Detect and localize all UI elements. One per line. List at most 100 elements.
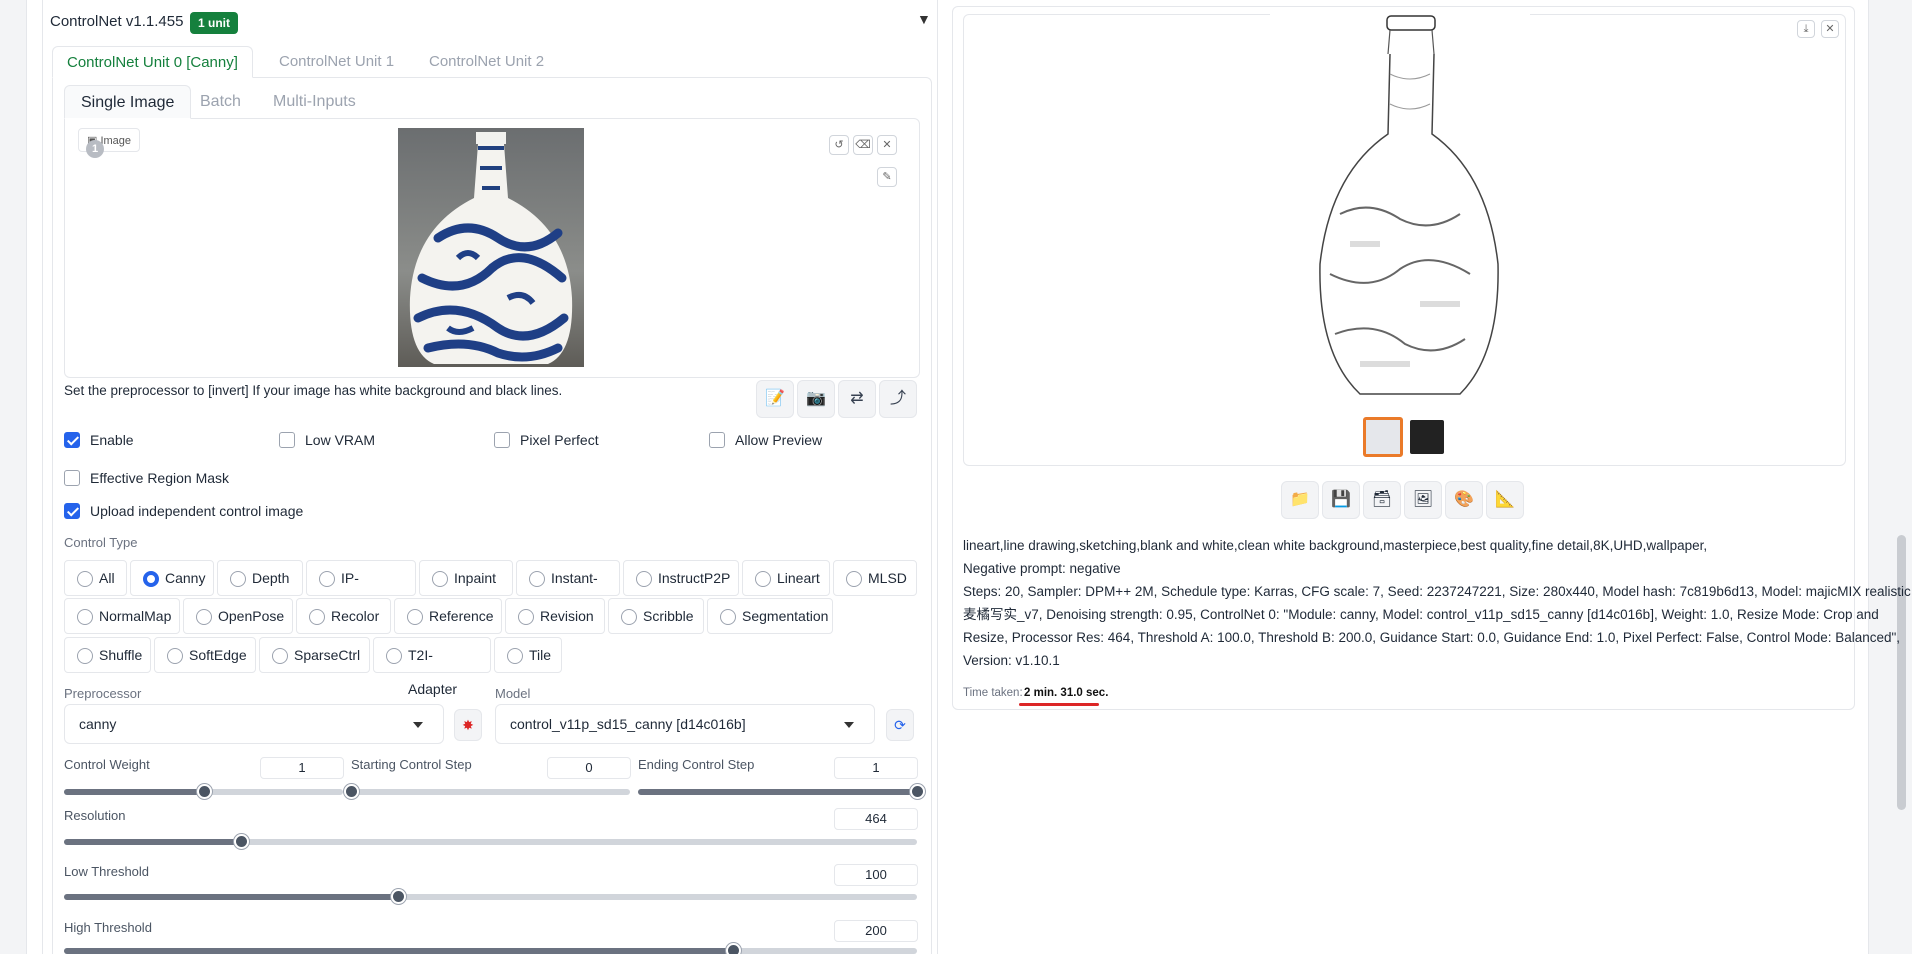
radio-instructp2p[interactable]: InstructP2P [623,560,739,596]
pixel-perfect-checkbox[interactable]: Pixel Perfect [494,430,599,450]
low-threshold-slider[interactable] [64,889,917,904]
low-vram-checkbox[interactable]: Low VRAM [279,430,375,450]
chevron-down-icon [844,722,854,728]
checkbox-upload-independent-box[interactable] [64,503,80,520]
checkbox-low-vram-box[interactable] [279,432,295,449]
eraser-icon[interactable]: ⌫ [853,135,873,155]
ending-step-label: Ending Control Step [638,757,755,772]
edit-canvas-icon[interactable]: 📝 [756,380,794,418]
refresh-icon[interactable]: ⟳ [886,709,914,741]
ending-step-input[interactable]: 1 [834,757,918,779]
camera-icon[interactable]: 📷 [797,380,835,418]
allow-preview-checkbox[interactable]: Allow Preview [709,430,822,450]
slider-knob[interactable] [234,834,249,849]
checkbox-pixel-perfect-box[interactable] [494,432,510,449]
gallery-thumbnail-1[interactable] [1363,417,1403,457]
ending-step-slider[interactable] [638,784,925,799]
checkbox-allow-preview-box[interactable] [709,432,725,449]
high-threshold-input[interactable]: 200 [834,920,918,942]
radio-segmentation[interactable]: Segmentation [707,598,833,634]
generation-params-4: Version: v1.10.1 [963,653,1060,668]
preprocessor-hint: Set the preprocessor to [invert] If your… [64,383,563,398]
time-underline [1019,703,1099,706]
tab-unit-2[interactable]: ControlNet Unit 2 [415,46,558,78]
input-vase-image [398,128,584,367]
send-to-img2img-icon[interactable]: 🖼 [1404,481,1442,519]
tab-batch[interactable]: Batch [184,85,257,119]
send-to-extras-icon[interactable]: 📐 [1486,481,1524,519]
resolution-input[interactable]: 464 [834,808,918,830]
radio-shuffle[interactable]: Shuffle [64,637,151,673]
radio-revision[interactable]: Revision [505,598,605,634]
resolution-slider[interactable] [64,834,917,849]
zip-icon[interactable]: 🗃 [1363,481,1401,519]
slider-fill [64,948,733,954]
control-weight-input[interactable]: 1 [260,757,344,779]
tab-unit-1[interactable]: ControlNet Unit 1 [265,46,408,78]
swap-icon[interactable]: ⇄ [838,380,876,418]
slider-fill [64,789,204,795]
radio-all[interactable]: All [64,560,127,596]
brush-icon[interactable]: ✎ [877,167,897,187]
radio-lineart[interactable]: Lineart [742,560,830,596]
save-icon[interactable]: 💾 [1322,481,1360,519]
starting-step-slider[interactable] [344,784,630,799]
radio-canny[interactable]: Canny [130,560,214,596]
control-weight-slider[interactable] [64,784,343,799]
tab-single-image[interactable]: Single Image [64,85,192,119]
low-threshold-label: Low Threshold [64,864,150,879]
model-select[interactable]: control_v11p_sd15_canny [d14c016b] [495,704,875,744]
tab-unit-0[interactable]: ControlNet Unit 0 [Canny] [52,46,253,78]
slider-knob[interactable] [910,784,925,799]
slider-knob[interactable] [391,889,406,904]
slider-fill [64,839,241,845]
tab-multi-inputs[interactable]: Multi-Inputs [257,85,372,119]
slider-knob[interactable] [197,784,212,799]
enable-checkbox[interactable]: Enable [64,430,134,450]
radio-ip-adapter[interactable]: IP-Adapter [306,560,416,620]
slider-knob[interactable] [344,784,359,799]
radio-inpaint[interactable]: Inpaint [419,560,513,596]
gallery-thumbnail-2[interactable] [1410,420,1444,454]
radio-tile[interactable]: Tile [494,637,562,673]
radio-instant-id[interactable]: Instant-ID [516,560,620,620]
generation-params-3: Resize, Processor Res: 464, Threshold A:… [963,630,1901,645]
radio-openpose[interactable]: OpenPose [183,598,293,634]
model-label: Model [495,686,531,701]
radio-scribble[interactable]: Scribble [608,598,704,634]
radio-depth[interactable]: Depth [217,560,303,596]
effective-region-mask-checkbox[interactable]: Effective Region Mask [64,468,229,488]
page-left-gutter [0,0,27,954]
triangle-down-icon[interactable]: ▼ [917,11,931,27]
unit-count-badge: 1 unit [190,12,238,34]
generation-params-1: Steps: 20, Sampler: DPM++ 2M, Schedule t… [963,584,1911,599]
radio-mlsd[interactable]: MLSD [833,560,917,596]
radio-softedge[interactable]: SoftEdge [154,637,256,673]
radio-sparsectrl[interactable]: SparseCtrl [259,637,370,673]
radio-t2i-adapter[interactable]: T2I-Adapter [373,637,491,697]
starting-step-input[interactable]: 0 [547,757,631,779]
checkbox-effective-region-box[interactable] [64,470,80,487]
close-icon[interactable]: ✕ [1821,20,1839,38]
result-lineart-image[interactable] [1270,14,1530,404]
run-preprocessor-icon[interactable]: ✸ [454,709,482,741]
send-dimensions-icon[interactable]: ⤴ [879,380,917,418]
page-right-gutter [1868,0,1912,954]
radio-normalmap[interactable]: NormalMap [64,598,180,634]
high-threshold-slider[interactable] [64,943,917,954]
undo-icon[interactable]: ↺ [829,135,849,155]
folder-icon[interactable]: 📁 [1281,481,1319,519]
checkbox-enable-box[interactable] [64,432,80,449]
preprocessor-select[interactable]: canny [64,704,444,744]
slider-fill [64,894,398,900]
send-to-inpaint-icon[interactable]: 🎨 [1445,481,1483,519]
upload-independent-checkbox[interactable]: Upload independent control image [64,501,303,521]
low-threshold-input[interactable]: 100 [834,864,918,886]
radio-recolor[interactable]: Recolor [296,598,391,634]
slider-knob[interactable] [726,943,741,954]
close-icon[interactable]: ✕ [877,135,897,155]
download-icon[interactable]: ⤓ [1797,20,1815,38]
radio-reference[interactable]: Reference [394,598,502,634]
slider-fill [638,789,917,795]
vertical-scrollbar[interactable] [1897,535,1906,810]
